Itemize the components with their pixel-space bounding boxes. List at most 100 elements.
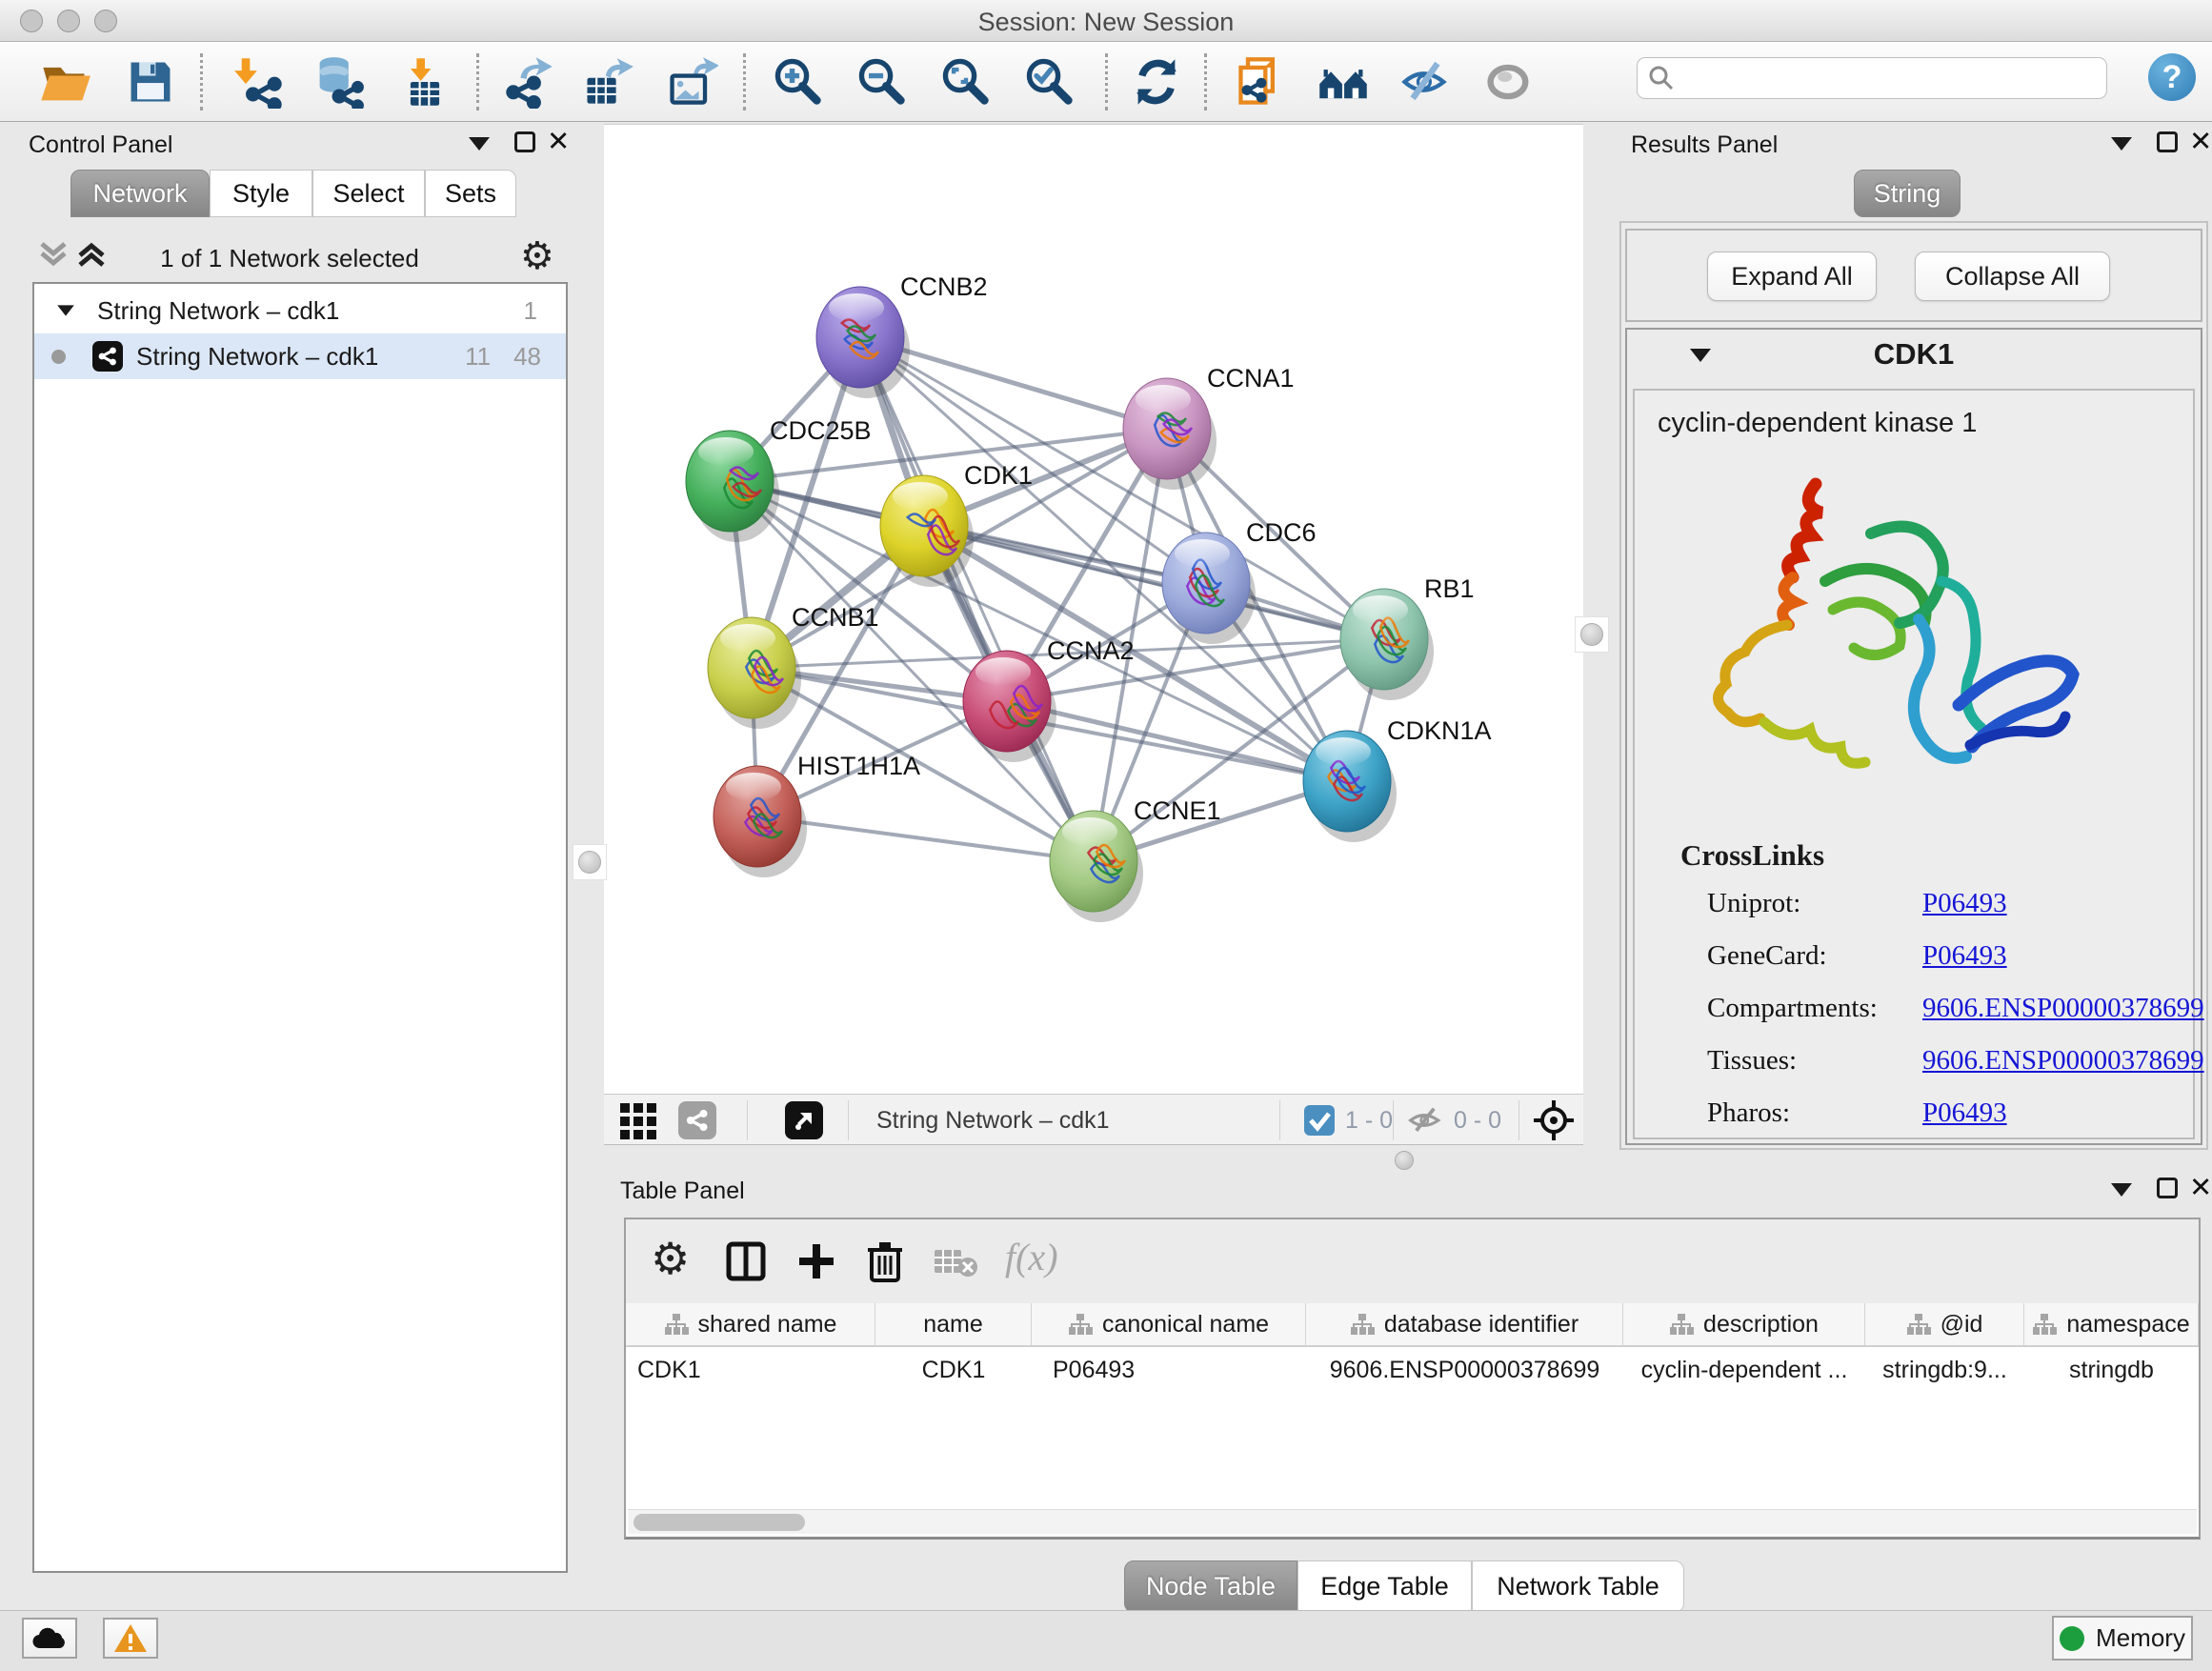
hidden-nodes-edges-count: 0 - 0 [1454,1107,1501,1135]
column-header--id[interactable]: @id [1865,1303,2024,1345]
bottom-splitter-handle[interactable] [1395,1151,1414,1170]
selected-checkbox-icon[interactable] [1303,1104,1336,1137]
zoom-fit-icon[interactable] [935,51,996,112]
float-panel-icon[interactable] [514,131,535,152]
tab-node-table[interactable]: Node Table [1124,1560,1297,1613]
float-panel-icon[interactable] [2157,1178,2178,1198]
export-table-icon[interactable] [577,51,638,112]
save-session-icon[interactable] [120,51,181,112]
cloud-button[interactable] [22,1618,77,1659]
column-header-database-identifier[interactable]: database identifier [1306,1303,1623,1345]
refresh-layout-icon[interactable] [1126,51,1187,112]
svg-text:CDKN1A: CDKN1A [1387,716,1492,745]
zoom-out-icon[interactable] [852,51,913,112]
home-networks-icon[interactable] [1313,51,1374,112]
table-row[interactable]: CDK1CDK1P064939606.ENSP00000378699cyclin… [626,1349,2199,1391]
hidden-eye-slash-icon[interactable] [1406,1104,1444,1137]
delete-table-icon[interactable] [933,1246,978,1278]
open-network-view-icon[interactable] [785,1101,823,1139]
column-header-description[interactable]: description [1623,1303,1865,1345]
compartments-link[interactable]: 9606.ENSP00000378699 [1922,993,2204,1024]
tab-edge-table[interactable]: Edge Table [1297,1560,1472,1613]
close-panel-icon[interactable]: ✕ [547,131,570,152]
show-graphics-details-icon[interactable] [1478,51,1539,112]
results-panel-title: Results Panel [1631,131,1778,159]
delete-column-trash-icon[interactable] [864,1238,906,1284]
tab-sets[interactable]: Sets [425,170,516,217]
tab-network-table[interactable]: Network Table [1472,1560,1684,1613]
tab-style[interactable]: Style [210,170,312,217]
scrollbar-thumb[interactable] [633,1514,805,1531]
uniprot-link[interactable]: P06493 [1922,888,2007,919]
fit-selected-crosshair-icon[interactable] [1532,1098,1576,1142]
string-network-graph[interactable]: CCNB2CCNA1CDC25BCDK1CDC6RB1CCNB1CCNA2CDK… [604,125,1583,1095]
network-node-CCNB1: CCNB1 [708,603,879,729]
network-row-selected[interactable]: String Network – cdk1 11 48 [34,333,566,379]
genecard-link[interactable]: P06493 [1922,940,2007,972]
hide-graphics-details-icon[interactable] [1395,51,1456,112]
table-cell[interactable]: cyclin-dependent ... [1623,1349,1865,1391]
expand-all-button[interactable]: Expand All [1707,252,1877,301]
toolbar-separator [1105,53,1108,111]
column-header-name[interactable]: name [875,1303,1032,1345]
network-node-CCNA2: CCNA2 [963,636,1135,762]
close-panel-icon[interactable]: ✕ [2189,1178,2212,1198]
table-cell[interactable]: stringdb [2024,1349,2199,1391]
table-cell[interactable]: stringdb:9... [1865,1349,2024,1391]
grid-view-icon[interactable] [619,1102,657,1140]
svg-text:CDC25B: CDC25B [770,416,872,445]
open-session-icon[interactable] [34,51,95,112]
function-builder-icon[interactable]: f(x) [1005,1235,1058,1279]
network-collection-row[interactable]: String Network – cdk1 1 [34,288,566,333]
toolbar-search-field[interactable] [1637,57,2107,99]
warning-button[interactable] [103,1618,158,1659]
zoom-selected-icon[interactable] [1019,51,1080,112]
network-options-gear-icon[interactable]: ⚙ [520,234,554,278]
export-network-icon[interactable] [498,51,559,112]
network-view-canvas[interactable]: CCNB2CCNA1CDC25BCDK1CDC6RB1CCNB1CCNA2CDK… [604,124,1583,1094]
panel-menu-icon[interactable] [2111,1183,2132,1197]
float-panel-icon[interactable] [2157,131,2178,152]
memory-button[interactable]: Memory [2052,1616,2193,1661]
import-table-from-file-icon[interactable] [394,51,455,112]
svg-text:HIST1H1A: HIST1H1A [797,752,920,780]
tab-string[interactable]: String [1854,170,1961,217]
divider [848,1100,849,1140]
right-splitter-handle[interactable] [1580,623,1603,646]
pharos-link[interactable]: P06493 [1922,1097,2007,1129]
column-header-canonical-name[interactable]: canonical name [1032,1303,1306,1345]
memory-label: Memory [2096,1623,2185,1653]
panel-menu-icon[interactable] [469,137,490,151]
import-network-from-database-icon[interactable] [308,51,369,112]
table-settings-gear-icon[interactable]: ⚙ [651,1233,690,1284]
window-title: Session: New Session [0,8,2212,37]
left-splitter-handle[interactable] [578,851,601,874]
collapse-all-button[interactable]: Collapse All [1915,252,2110,301]
crosslink-label: GeneCard: [1707,940,1827,972]
add-column-icon[interactable] [795,1240,837,1282]
table-horizontal-scrollbar[interactable] [628,1509,2197,1534]
zoom-in-icon[interactable] [768,51,829,112]
search-input[interactable] [1676,65,2085,92]
close-panel-icon[interactable]: ✕ [2189,131,2212,152]
tree-expand-caret-icon[interactable] [57,305,74,315]
select-columns-icon[interactable] [725,1240,767,1282]
network-share-icon[interactable] [678,1101,716,1139]
column-header-shared-name[interactable]: shared name [626,1303,875,1345]
tab-select[interactable]: Select [312,170,425,217]
svg-text:CCNA1: CCNA1 [1207,364,1295,393]
table-cell[interactable]: P06493 [1032,1349,1306,1391]
export-image-icon[interactable] [661,51,722,112]
toolbar-separator [743,53,746,111]
export-web-page-icon[interactable] [1231,51,1292,112]
column-header-namespace[interactable]: namespace [2024,1303,2199,1345]
tissues-link[interactable]: 9606.ENSP00000378699 [1922,1045,2204,1077]
tab-network[interactable]: Network [70,170,210,217]
network-view-dot-icon [51,350,66,364]
table-cell[interactable]: CDK1 [626,1349,875,1391]
table-cell[interactable]: CDK1 [875,1349,1032,1391]
table-cell[interactable]: 9606.ENSP00000378699 [1306,1349,1623,1391]
help-button[interactable]: ? [2148,53,2196,101]
panel-menu-icon[interactable] [2111,137,2132,151]
import-network-from-file-icon[interactable] [229,51,290,112]
